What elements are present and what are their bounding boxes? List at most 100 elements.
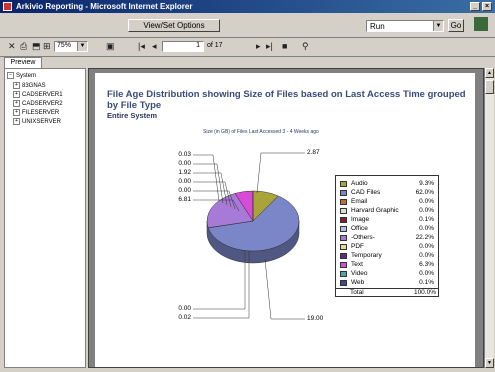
report-page: File Age Distribution showing Size of Fi… (95, 73, 475, 367)
legend-label: Image (351, 216, 370, 223)
legend-swatch (340, 271, 347, 277)
next-page-icon[interactable]: ▸ (256, 41, 261, 51)
tree-item-root[interactable]: − System (7, 72, 36, 79)
legend-swatch (340, 244, 347, 250)
legend-item: Text 6.3% (340, 261, 436, 270)
legend-item: CAD Files 62.0% (340, 189, 436, 198)
legend-value: 62.0% (415, 189, 434, 196)
go-button[interactable]: Go (448, 19, 464, 32)
close-report-icon[interactable]: ✕ (8, 41, 16, 51)
first-page-icon[interactable]: |◂ (138, 41, 145, 51)
legend-swatch (340, 280, 347, 286)
expand-icon[interactable]: + (13, 91, 20, 98)
page-number-value: 1 (196, 42, 200, 49)
expand-icon[interactable]: + (13, 82, 20, 89)
help-icon[interactable]: ▣ (106, 41, 115, 51)
prev-page-icon[interactable]: ◂ (152, 41, 157, 51)
zoom-select[interactable]: 75% ▼ (54, 41, 88, 52)
expand-icon[interactable]: + (13, 118, 20, 125)
run-select-value: Run (370, 22, 385, 31)
report-viewer: File Age Distribution showing Size of Fi… (88, 68, 484, 368)
last-page-icon[interactable]: ▸| (266, 41, 273, 51)
run-select[interactable]: Run ▼ (366, 20, 444, 32)
legend-item: Web 0.1% (340, 279, 436, 288)
ie-icon (3, 2, 12, 11)
page-number-input[interactable]: 1 (162, 41, 204, 52)
legend-value: 9.3% (419, 180, 434, 187)
legend-value: 0.0% (419, 225, 434, 232)
legend-value: 0.0% (419, 252, 434, 259)
legend-value: 0.0% (419, 198, 434, 205)
legend-label: Email (351, 198, 368, 205)
close-button[interactable]: × (482, 2, 492, 11)
expand-icon[interactable]: + (13, 100, 20, 107)
tree-item[interactable]: + CADSERVER2 (13, 100, 63, 107)
window-titlebar: Arkivio Reporting - Microsoft Internet E… (0, 0, 495, 13)
legend-swatch (340, 217, 347, 223)
legend-item: Video 0.0% (340, 270, 436, 279)
legend-swatch (340, 199, 347, 205)
tree-item-label: FILESERVER (22, 110, 60, 117)
legend-total-row: Total 100.0% (336, 288, 438, 298)
scroll-up-icon[interactable]: ▲ (485, 68, 494, 78)
vertical-scrollbar[interactable]: ▲ ▼ (484, 68, 494, 368)
logo-icon (474, 17, 488, 31)
legend-swatch (340, 181, 347, 187)
tree-toggle-icon[interactable]: ⊞ (43, 41, 51, 51)
legend-item: Audio 9.3% (340, 180, 436, 189)
expand-icon[interactable]: + (13, 109, 20, 116)
leader-line (264, 258, 305, 320)
export-icon[interactable]: ⬒ (32, 41, 41, 51)
legend-item: Harvard Graphic 0.0% (340, 207, 436, 216)
legend-swatch (340, 235, 347, 241)
pie-data-label: 0.00 (178, 187, 191, 194)
collapse-icon[interactable]: − (7, 72, 14, 79)
legend-label: Office (351, 225, 368, 232)
group-tree: − System +83GNAS + CADSERVER1 + CADSERVER2 … (4, 68, 86, 368)
tree-item[interactable]: + FILESERVER (13, 109, 59, 116)
leader-line (193, 154, 220, 202)
legend-label: Video (351, 270, 368, 277)
tree-item-label: System (16, 73, 37, 80)
minimize-button[interactable]: _ (470, 2, 480, 11)
legend-label: Audio (351, 180, 368, 187)
pie-data-label: 19.00 (307, 315, 324, 322)
legend-value: 0.0% (419, 270, 434, 277)
legend-item: Office 0.0% (340, 225, 436, 234)
zoom-value: 75% (57, 42, 72, 49)
binoculars-icon[interactable]: ⚲ (302, 41, 309, 51)
legend-item: Email 0.0% (340, 198, 436, 207)
tab-preview[interactable]: Preview (4, 57, 42, 68)
tree-item[interactable]: + UNIXSERVER (13, 118, 61, 125)
tree-item-label: CADSERVER1 (22, 92, 63, 99)
tree-item[interactable]: + CADSERVER1 (13, 91, 63, 98)
tree-item-label: CADSERVER2 (22, 101, 63, 108)
scroll-thumb[interactable] (485, 80, 494, 94)
legend-total-value: 100.0% (413, 289, 436, 296)
view-set-options-button[interactable]: View/Set Options (128, 19, 220, 32)
legend-label: CAD Files (351, 189, 381, 196)
legend-value: 22.2% (415, 234, 434, 241)
tree-item[interactable]: +83GNAS (13, 82, 46, 89)
legend-label: PDF (351, 243, 364, 250)
chart-legend: Audio 9.3% CAD Files 62.0% Email 0.0% Harvard … (335, 175, 439, 297)
legend-item: PDF 0.0% (340, 243, 436, 252)
page-total-label: of 17 (207, 42, 223, 49)
top-toolbar: View/Set Options Run ▼ Go (0, 13, 495, 38)
tree-item-label: UNIXSERVER (22, 119, 61, 126)
legend-label: Web (351, 279, 365, 286)
tab-row: Preview (0, 56, 495, 68)
legend-value: 0.0% (419, 207, 434, 214)
legend-value: 0.1% (419, 279, 434, 286)
legend-value: 0.0% (419, 243, 434, 250)
window-title: Arkivio Reporting - Microsoft Internet E… (16, 2, 193, 11)
pie-data-label: 6.81 (178, 196, 191, 203)
legend-item: -Others- 22.2% (340, 234, 436, 243)
tree-item-label: 83GNAS (22, 83, 46, 90)
print-icon[interactable]: ⎙ (20, 41, 27, 51)
chevron-down-icon: ▼ (77, 42, 87, 51)
scroll-down-icon[interactable]: ▼ (485, 358, 494, 368)
stop-icon[interactable]: ■ (282, 41, 287, 51)
legend-item: Image 0.1% (340, 216, 436, 225)
legend-swatch (340, 208, 347, 214)
